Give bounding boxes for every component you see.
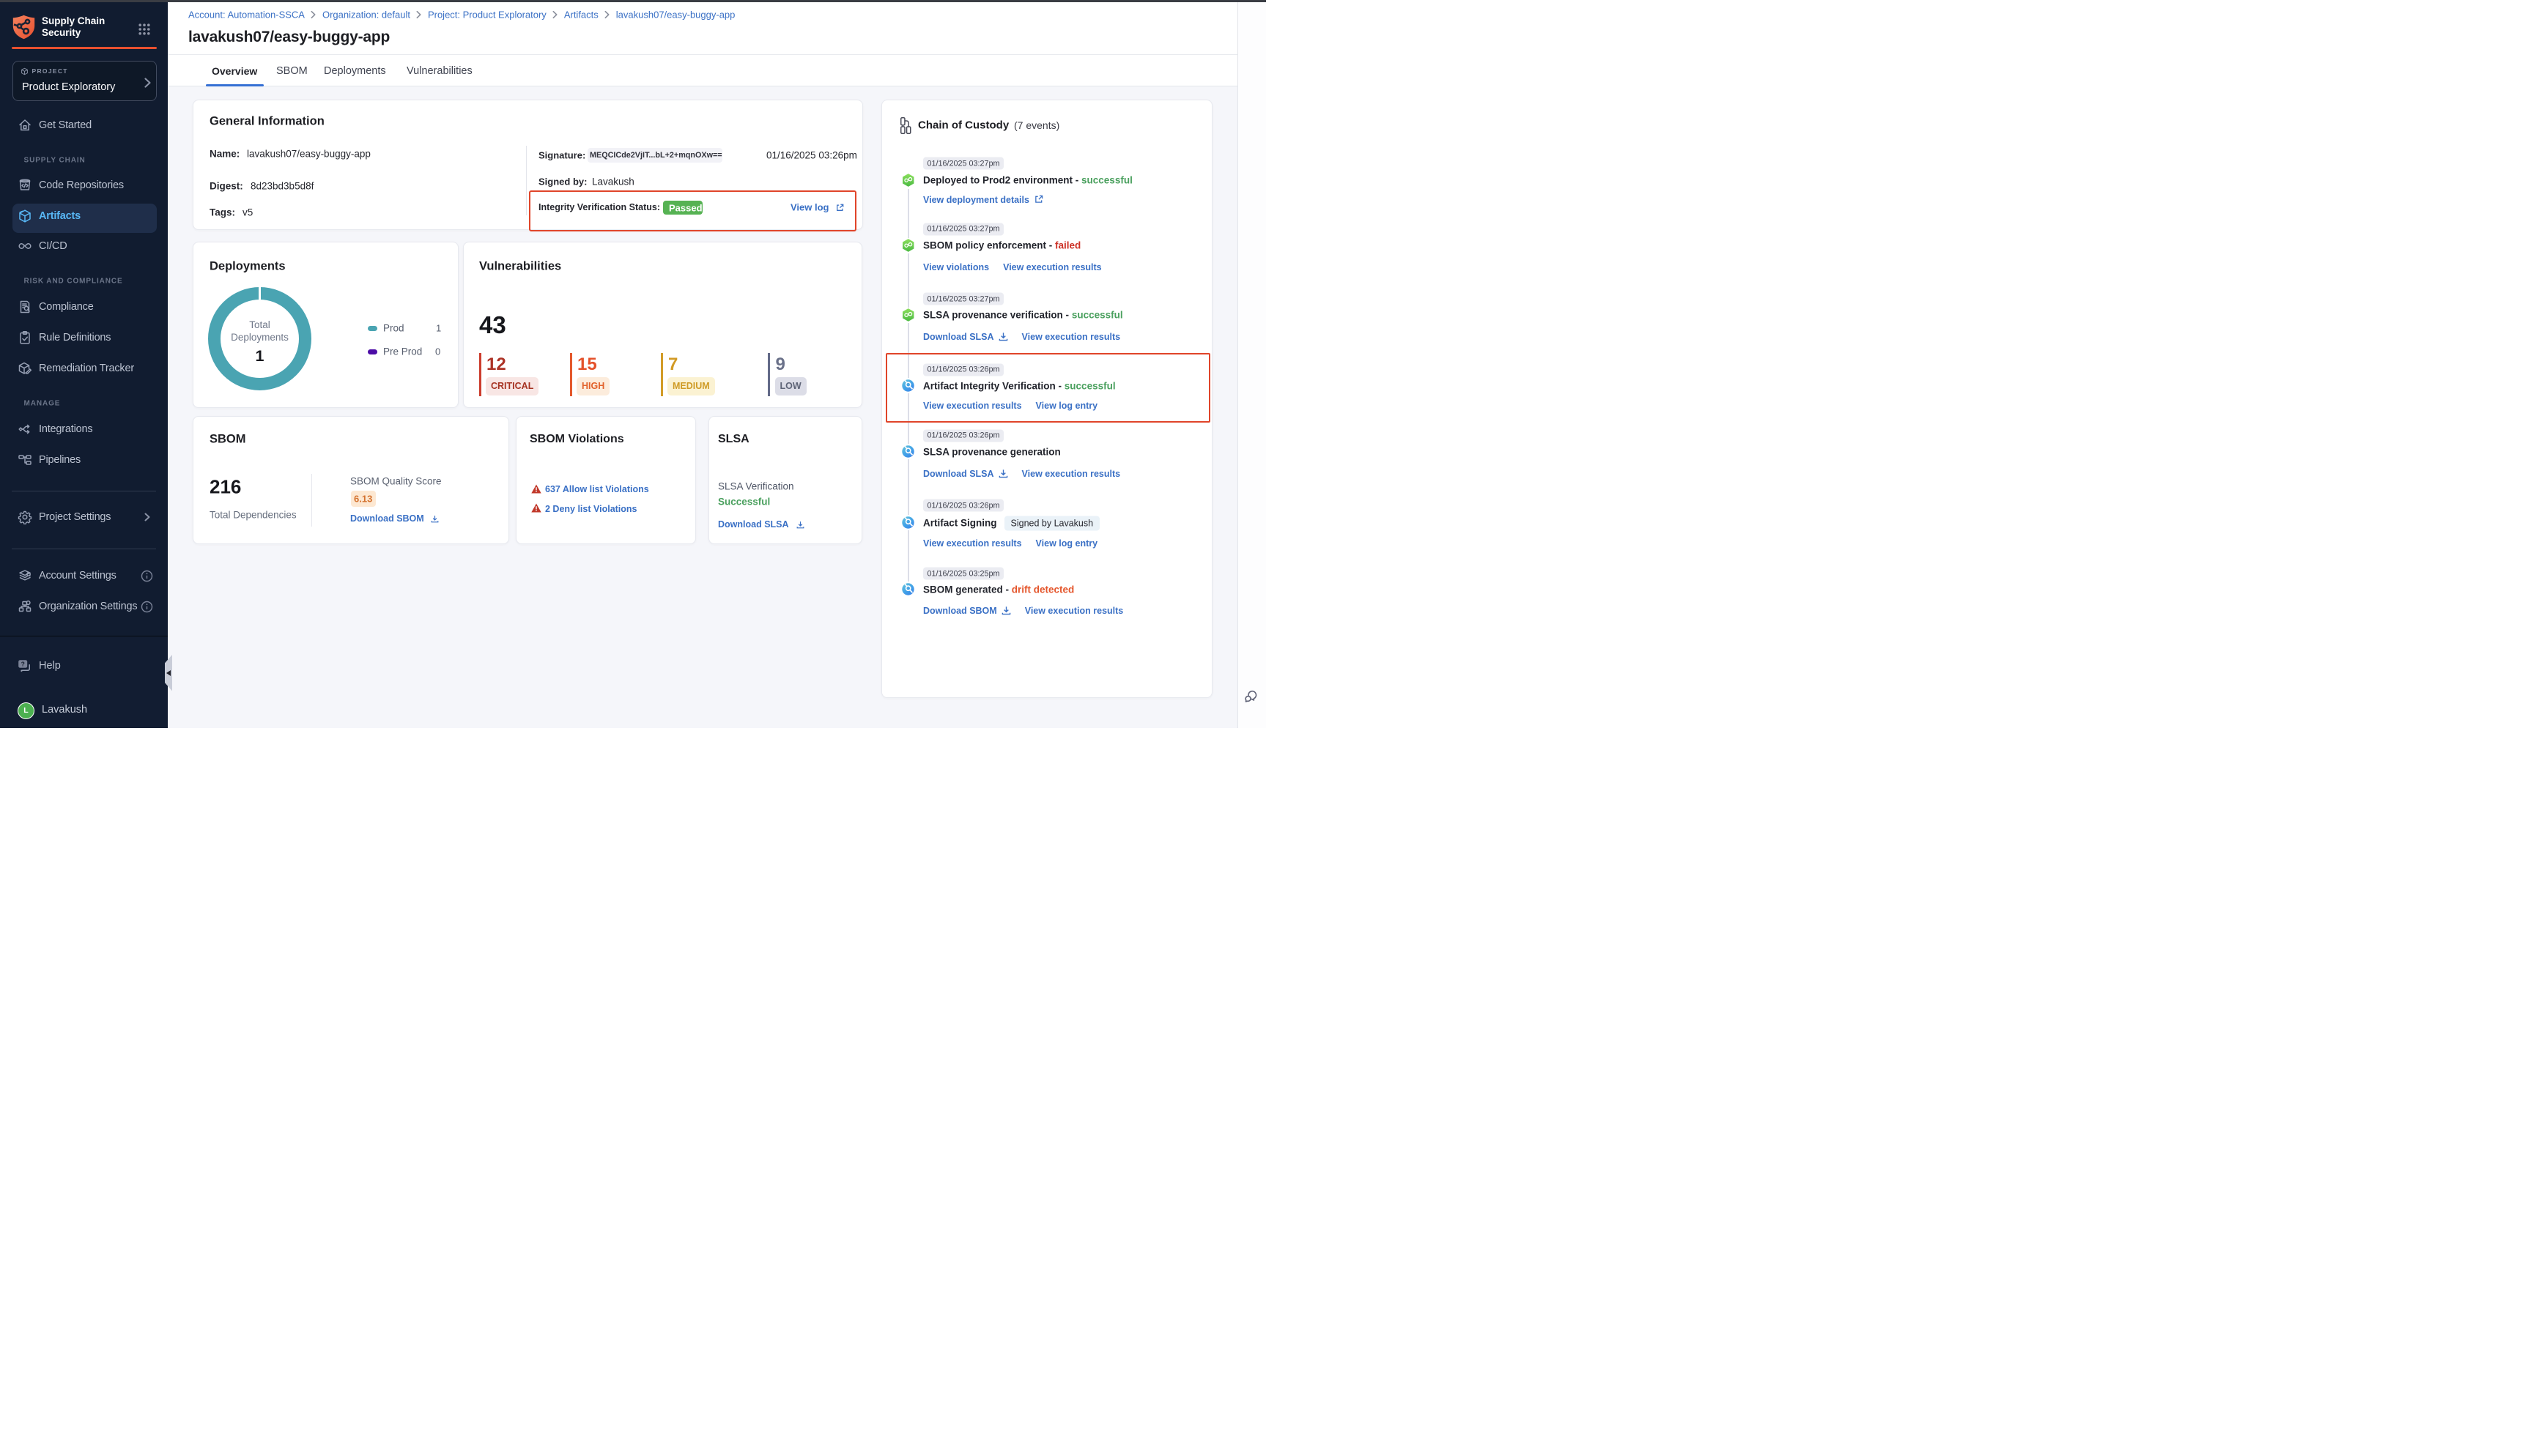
svg-text:?: ? — [21, 660, 25, 667]
